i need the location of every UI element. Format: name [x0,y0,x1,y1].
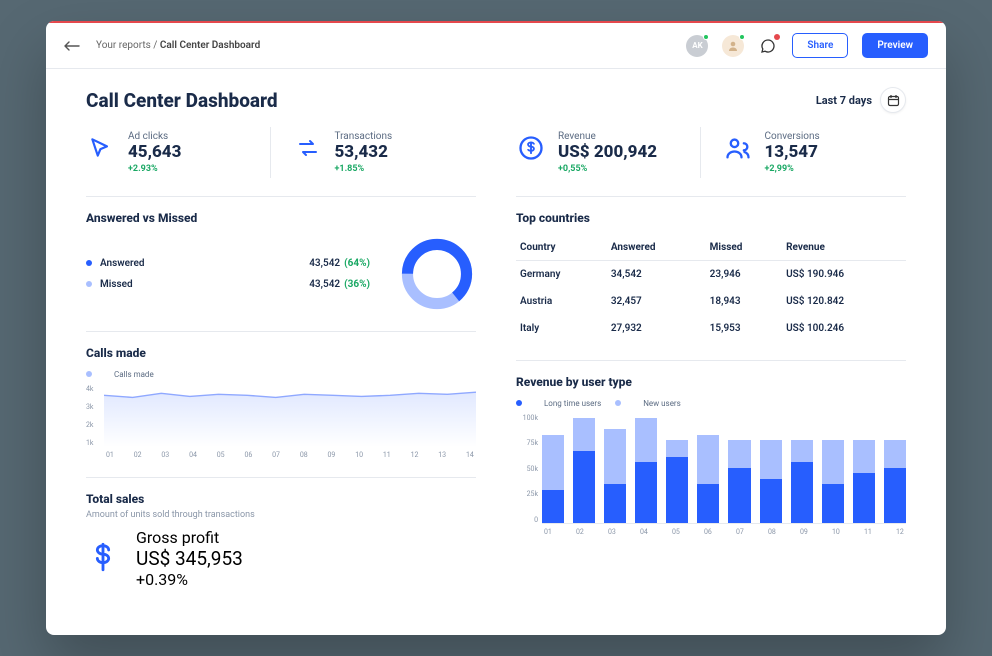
bar-column [697,435,719,523]
gross-profit-label: Gross profit [136,528,243,547]
kpi-revenue: Revenue US$ 200,942 +0,55% [516,127,700,178]
legend-dot-icon [86,260,92,266]
bar-column [884,440,906,523]
bar-column [822,440,844,523]
bar-column [728,440,750,523]
messages-button[interactable] [758,36,778,56]
kpi-label: Ad clicks [128,131,181,142]
legend-value: 43,542 [309,279,340,290]
presence-dot-icon [739,34,745,40]
preview-button[interactable]: Preview [862,33,928,58]
avatar-user-1[interactable]: AK [686,35,708,57]
bar-column [635,418,657,523]
topbar: Your reports / Call Center Dashboard AK … [46,23,946,69]
legend-dot-icon [615,400,621,406]
breadcrumb-page: Call Center Dashboard [160,40,260,51]
section-title: Calls made [86,346,476,360]
cursor-icon [86,133,116,163]
table-row: Germany34,54223,946US$ 190.946 [516,260,906,288]
table-header: Answered [607,235,706,261]
legend-dot-icon [516,400,522,406]
legend-pct: (64%) [344,258,370,269]
legend-dot-icon [86,281,92,287]
legend-label: Long time users [544,399,601,408]
kpi-value: US$ 200,942 [558,143,657,163]
kpi-conversions: Conversions 13,547 +2,99% [700,127,907,178]
bar-column [604,429,626,523]
calls-area-chart [104,385,476,447]
kpi-delta: +1.85% [335,164,393,174]
bar-column [760,440,782,523]
swap-icon [293,133,323,163]
section-title: Answered vs Missed [86,211,476,225]
page-title: Call Center Dashboard [86,89,278,112]
table-row: Austria32,45718,943US$ 120.842 [516,288,906,315]
revenue-by-user-card: Revenue by user type Long time users New… [516,360,906,536]
legend-name: Missed [100,279,309,290]
section-subtitle: Amount of units sold through transaction… [86,510,476,520]
table-header: Country [516,235,607,261]
date-range-label: Last 7 days [816,94,872,107]
date-range-selector[interactable]: Last 7 days [816,87,906,113]
presence-dot-icon [703,34,709,40]
breadcrumb-sep: / [153,40,157,51]
top-countries-card: Top countries CountryAnsweredMissedReven… [516,196,906,342]
dollar-icon [86,540,122,576]
bar-column [853,440,875,523]
kpi-value: 53,432 [335,143,393,163]
legend-row: Answered43,542 (64%) [86,253,370,274]
countries-table: CountryAnsweredMissedRevenue Germany34,5… [516,235,906,342]
section-title: Revenue by user type [516,375,906,389]
calendar-icon[interactable] [880,87,906,113]
table-header: Missed [706,235,782,261]
legend-dot-icon [86,371,92,377]
table-header: Revenue [782,235,906,261]
bar-column [791,440,813,523]
kpi-delta: +2,99% [765,164,820,174]
users-icon [723,133,753,163]
back-button[interactable] [64,37,82,55]
total-sales-card: Total sales Amount of units sold through… [86,477,476,589]
kpi-delta: +0,55% [558,164,657,174]
kpi-value: 13,547 [765,143,820,163]
bar-column [542,435,564,523]
breadcrumb[interactable]: Your reports / Call Center Dashboard [96,40,260,51]
bar-column [666,440,688,523]
legend-pct: (36%) [344,279,370,290]
kpi-label: Revenue [558,131,657,142]
table-row: Italy27,93215,953US$ 100.246 [516,315,906,342]
legend-row: Missed43,542 (36%) [86,274,370,295]
kpi-label: Conversions [765,131,820,142]
bar-column [573,418,595,523]
kpi-value: 45,643 [128,143,181,163]
calls-made-card: Calls made Calls made 4k3k2k1k 010203040… [86,331,476,459]
legend-label: Calls made [114,370,154,379]
app-frame: Your reports / Call Center Dashboard AK … [46,21,946,635]
revenue-bar-chart [542,414,906,524]
avatar-user-2[interactable] [722,35,744,57]
gross-profit-value: US$ 345,953 [136,547,243,570]
breadcrumb-root: Your reports [96,40,151,51]
section-title: Total sales [86,492,476,506]
kpi-delta: +2.93% [128,164,181,174]
dollar-circle-icon [516,133,546,163]
section-title: Top countries [516,211,906,225]
answered-vs-missed-card: Answered vs Missed Answered43,542 (64%)M… [86,196,476,313]
legend-value: 43,542 [309,258,340,269]
donut-chart [398,235,476,313]
kpi-transactions: Transactions 53,432 +1.85% [270,127,477,178]
legend-name: Answered [100,258,309,269]
notification-dot-icon [774,34,780,40]
legend-label: New users [643,399,681,408]
share-button[interactable]: Share [792,33,848,58]
kpi-ad-clicks: Ad clicks 45,643 +2.93% [86,127,270,178]
kpi-label: Transactions [335,131,393,142]
gross-profit-delta: +0.39% [136,570,243,589]
